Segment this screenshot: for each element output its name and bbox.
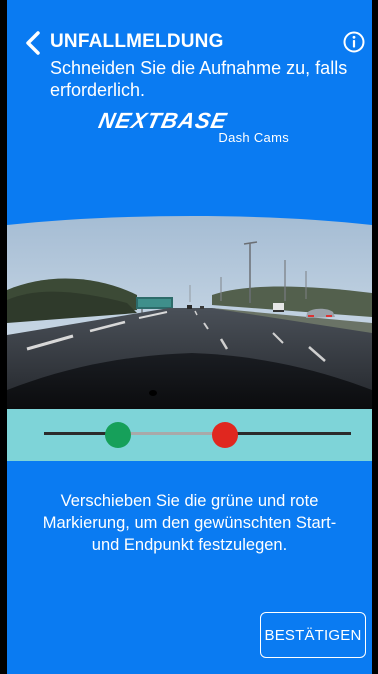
- back-button[interactable]: [23, 30, 47, 56]
- info-button[interactable]: [343, 31, 365, 53]
- info-circle-icon: [343, 31, 365, 53]
- confirm-button[interactable]: BESTÄTIGEN: [260, 612, 366, 658]
- video-preview[interactable]: [7, 195, 372, 409]
- dashcam-frame-image: [7, 195, 372, 409]
- page-subtitle: Schneiden Sie die Aufnahme zu, falls erf…: [50, 58, 348, 100]
- logo-brand: NEXTBASE: [96, 108, 230, 133]
- trim-slider[interactable]: [7, 409, 372, 461]
- nextbase-logo: NEXTBASE Dash Cams: [96, 108, 295, 145]
- instruction-text: Verschieben Sie die grüne und rote Marki…: [42, 492, 337, 554]
- trim-start-handle[interactable]: [104, 422, 131, 448]
- trim-end-handle[interactable]: [212, 422, 239, 448]
- logo-tagline: Dash Cams: [218, 130, 289, 145]
- page-title: UNFALLMELDUNG: [50, 31, 224, 52]
- chevron-left-icon: [26, 31, 40, 55]
- incident-report-screen: UNFALLMELDUNG Schneiden Sie die Aufnahme…: [7, 0, 372, 674]
- trim-selected-range: [117, 432, 226, 435]
